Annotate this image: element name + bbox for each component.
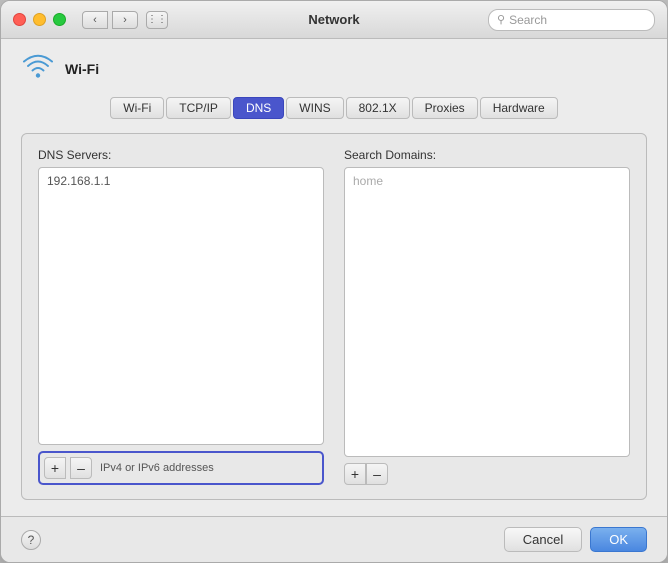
back-button[interactable]: ‹ — [82, 11, 108, 29]
search-icon: ⚲ — [497, 13, 505, 26]
traffic-lights — [13, 13, 66, 26]
domain-add-button[interactable]: + — [344, 463, 366, 485]
tab-tcpip[interactable]: TCP/IP — [166, 97, 231, 119]
tab-proxies[interactable]: Proxies — [412, 97, 478, 119]
grid-button[interactable]: ⋮⋮ — [146, 11, 168, 29]
window-title: Network — [308, 12, 359, 27]
search-domain-placeholder: home — [353, 174, 621, 188]
cancel-button[interactable]: Cancel — [504, 527, 582, 552]
close-button[interactable] — [13, 13, 26, 26]
tab-hardware[interactable]: Hardware — [480, 97, 558, 119]
dns-servers-list[interactable]: 192.168.1.1 — [38, 167, 324, 445]
search-domains-controls: + – — [344, 463, 630, 485]
dns-servers-label: DNS Servers: — [38, 148, 324, 162]
titlebar: ‹ › ⋮⋮ Network ⚲ Search — [1, 1, 667, 39]
tabs: Wi-Fi TCP/IP DNS WINS 802.1X Proxies Har… — [21, 97, 647, 119]
bottom-bar: ? Cancel OK — [1, 516, 667, 562]
nav-buttons: ‹ › — [82, 11, 138, 29]
dns-add-button[interactable]: + — [44, 457, 66, 479]
tab-wins[interactable]: WINS — [286, 97, 343, 119]
forward-button[interactable]: › — [112, 11, 138, 29]
search-domains-list[interactable]: home — [344, 167, 630, 457]
wifi-header: Wi-Fi — [21, 55, 647, 83]
wifi-icon — [21, 55, 55, 83]
tab-wifi[interactable]: Wi-Fi — [110, 97, 164, 119]
search-bar[interactable]: ⚲ Search — [488, 9, 655, 31]
dns-remove-button[interactable]: – — [70, 457, 92, 479]
wifi-label: Wi-Fi — [65, 61, 99, 77]
content: Wi-Fi Wi-Fi TCP/IP DNS WINS 802.1X Proxi… — [1, 39, 667, 516]
minimize-button[interactable] — [33, 13, 46, 26]
ok-button[interactable]: OK — [590, 527, 647, 552]
columns: DNS Servers: 192.168.1.1 + – IPv4 or IPv… — [38, 148, 630, 485]
domain-remove-button[interactable]: – — [366, 463, 388, 485]
window: ‹ › ⋮⋮ Network ⚲ Search Wi-Fi — [0, 0, 668, 563]
dns-servers-column: DNS Servers: 192.168.1.1 + – IPv4 or IPv… — [38, 148, 324, 485]
maximize-button[interactable] — [53, 13, 66, 26]
main-panel: DNS Servers: 192.168.1.1 + – IPv4 or IPv… — [21, 133, 647, 500]
dns-server-item: 192.168.1.1 — [47, 174, 315, 188]
search-domains-column: Search Domains: home + – — [344, 148, 630, 485]
bottom-actions: Cancel OK — [504, 527, 647, 552]
tab-dns[interactable]: DNS — [233, 97, 284, 119]
tab-8021x[interactable]: 802.1X — [346, 97, 410, 119]
help-button[interactable]: ? — [21, 530, 41, 550]
dns-hint: IPv4 or IPv6 addresses — [100, 462, 214, 474]
search-domains-label: Search Domains: — [344, 148, 630, 162]
dns-servers-controls: + – IPv4 or IPv6 addresses — [38, 451, 324, 485]
search-placeholder: Search — [509, 13, 646, 27]
